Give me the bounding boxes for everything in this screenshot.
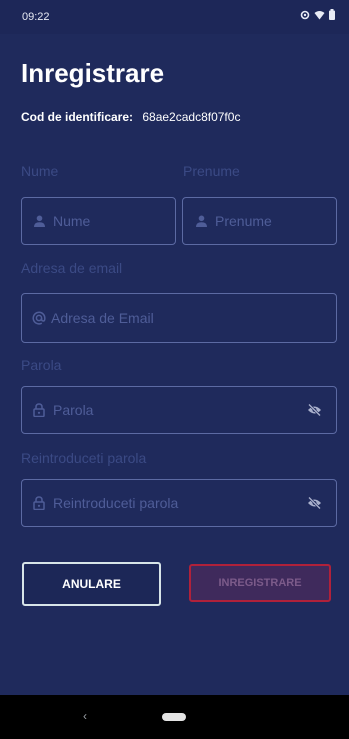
last-name-label: Prenume xyxy=(183,163,240,179)
id-label: Cod de identificare: xyxy=(21,110,134,124)
lock-icon xyxy=(33,496,45,510)
email-placeholder: Adresa de Email xyxy=(51,310,154,326)
person-icon xyxy=(196,215,207,227)
password-label: Parola xyxy=(21,357,62,373)
lock-icon xyxy=(33,403,45,417)
eye-off-icon[interactable] xyxy=(307,404,322,416)
password-placeholder: Parola xyxy=(53,402,94,418)
first-name-field[interactable]: Nume xyxy=(21,197,176,245)
battery-icon xyxy=(329,9,335,20)
password-field[interactable]: Parola xyxy=(21,386,337,434)
person-icon xyxy=(34,215,45,227)
wifi-icon xyxy=(314,10,325,19)
email-label: Adresa de email xyxy=(21,260,123,276)
last-name-placeholder: Prenume xyxy=(215,213,272,229)
back-icon[interactable]: ‹ xyxy=(83,709,87,723)
eye-off-icon[interactable] xyxy=(307,497,322,509)
id-value: 68ae2cadc8f07f0c xyxy=(142,110,241,124)
first-name-label: Nume xyxy=(21,163,59,179)
status-bar: 09:22 xyxy=(0,0,349,34)
status-time: 09:22 xyxy=(22,11,50,23)
at-icon xyxy=(32,311,46,325)
last-name-field[interactable]: Prenume xyxy=(182,197,337,245)
data-saver-icon xyxy=(300,10,310,19)
status-icons xyxy=(300,9,335,20)
first-name-placeholder: Nume xyxy=(53,213,91,229)
confirm-password-placeholder: Reintroduceti parola xyxy=(53,495,179,511)
email-field[interactable]: Adresa de Email xyxy=(21,293,337,343)
navigation-bar: ‹ xyxy=(0,695,349,739)
cancel-button[interactable]: ANULARE xyxy=(22,562,161,606)
register-button[interactable]: INREGISTRARE xyxy=(189,564,331,602)
identification-code: Cod de identificare: 68ae2cadc8f07f0c xyxy=(21,110,240,124)
confirm-password-field[interactable]: Reintroduceti parola xyxy=(21,479,337,527)
confirm-password-label: Reintroduceti parola xyxy=(21,450,147,466)
home-pill-icon[interactable] xyxy=(162,713,186,721)
page-title: Inregistrare xyxy=(21,58,165,88)
